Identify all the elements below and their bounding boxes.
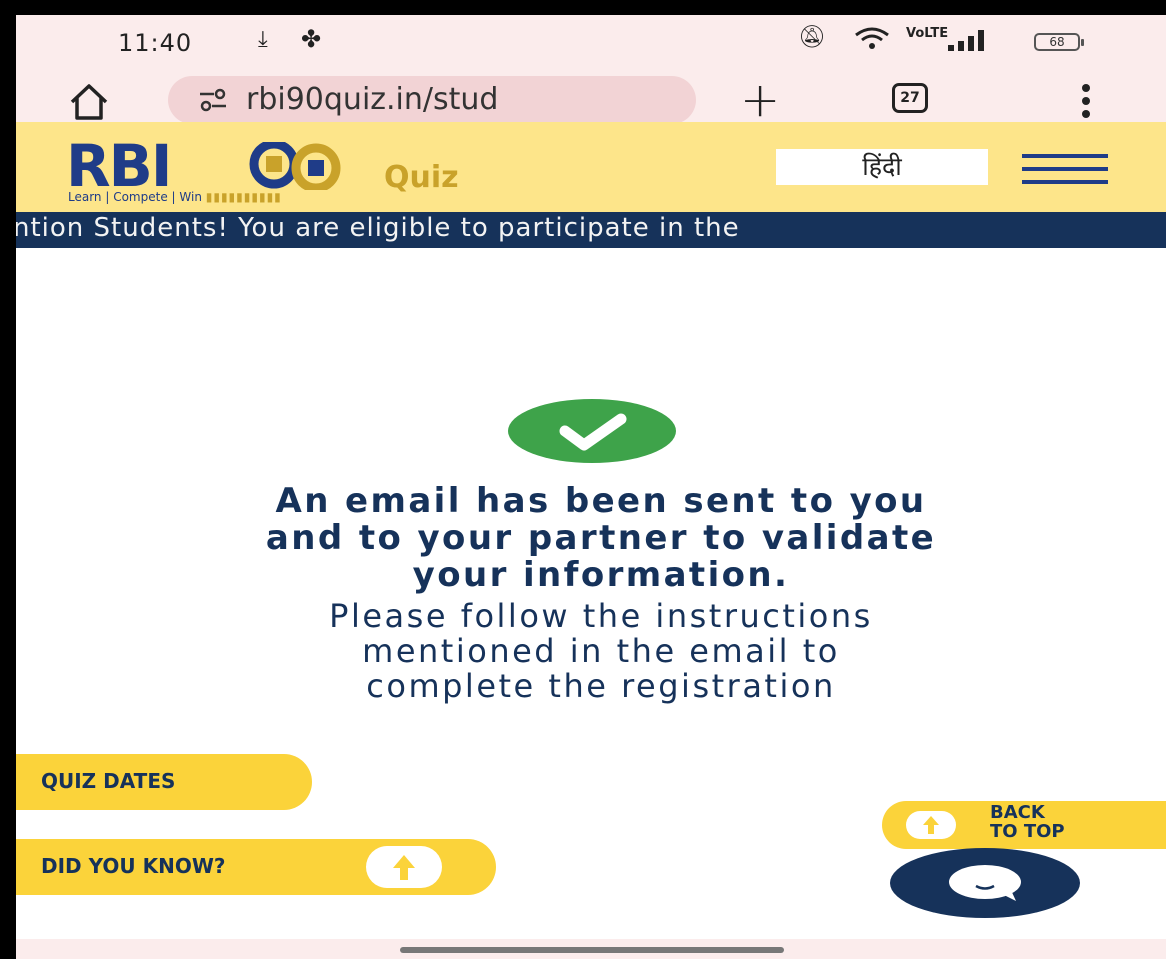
back-to-top-label: BACK TO TOP [990, 802, 1065, 842]
fan-icon: ✤ [301, 25, 322, 53]
status-bar: 11:40 ⤓ ✤ 🔕︎ VoLTE 68 [16, 15, 1166, 70]
quiz-dates-button[interactable]: QUIZ DATES [16, 754, 312, 810]
heading-line: your information. [412, 555, 790, 595]
instruction-line: Please follow the instructions [329, 597, 873, 635]
did-you-know-button[interactable]: DID YOU KNOW? [16, 839, 496, 895]
confirmation-instructions: Please follow the instructions mentioned… [56, 599, 1146, 704]
url-text[interactable]: rbi90quiz.in/stud [246, 82, 686, 117]
confirmation-heading: An email has been sent to you and to you… [56, 483, 1146, 594]
rbi90quiz-logo[interactable]: RBI Quiz Learn | Compete | Win ▮▮▮▮▮▮▮▮▮… [66, 132, 486, 208]
logo-quiz-text: Quiz [384, 160, 459, 195]
network-label: VoLTE [906, 26, 949, 41]
mute-icon: 🔕︎ [798, 25, 826, 50]
site-settings-icon[interactable] [198, 88, 228, 112]
instruction-line: complete the registration [366, 667, 836, 705]
success-check-icon [508, 399, 676, 463]
phone-screen: 11:40 ⤓ ✤ 🔕︎ VoLTE 68 rbi90quiz.in/stud … [16, 15, 1166, 959]
home-icon[interactable] [68, 82, 110, 122]
heading-line: An email has been sent to you [275, 481, 927, 521]
address-bar[interactable]: rbi90quiz.in/stud [168, 76, 696, 124]
back-to-top-button[interactable]: BACK TO TOP [882, 801, 1166, 849]
ticker-text: ention Students! You are eligible to par… [16, 213, 740, 243]
wifi-icon [855, 27, 889, 49]
system-nav-bar [16, 939, 1166, 959]
tab-switcher-button[interactable]: 27 [892, 83, 928, 113]
arrow-up-icon [906, 811, 956, 839]
signal-icon [948, 30, 984, 51]
language-toggle-button[interactable]: हिंदी [776, 149, 988, 185]
announcement-ticker: ention Students! You are eligible to par… [16, 212, 1166, 248]
chat-bubble-icon [949, 865, 1021, 901]
arrow-up-icon [366, 846, 442, 888]
hamburger-menu-icon[interactable] [1022, 154, 1108, 184]
chat-button[interactable] [890, 848, 1080, 918]
site-header: RBI Quiz Learn | Compete | Win ▮▮▮▮▮▮▮▮▮… [16, 122, 1166, 212]
new-tab-icon[interactable]: + [740, 72, 780, 128]
screen: 11:40 ⤓ ✤ 🔕︎ VoLTE 68 rbi90quiz.in/stud … [0, 0, 1166, 959]
heading-line: and to your partner to validate [265, 518, 937, 558]
gesture-handle[interactable] [400, 947, 784, 953]
instruction-line: mentioned in the email to [362, 632, 840, 670]
did-you-know-label: DID YOU KNOW? [41, 854, 226, 878]
status-time: 11:40 [118, 29, 193, 57]
more-options-icon[interactable] [1080, 82, 1092, 122]
battery-icon: 68 [1034, 33, 1084, 51]
download-icon: ⤓ [258, 27, 268, 52]
logo-tagline: Learn | Compete | Win ▮▮▮▮▮▮▮▮▮▮ [68, 190, 282, 204]
logo-90-emblem [249, 142, 341, 190]
